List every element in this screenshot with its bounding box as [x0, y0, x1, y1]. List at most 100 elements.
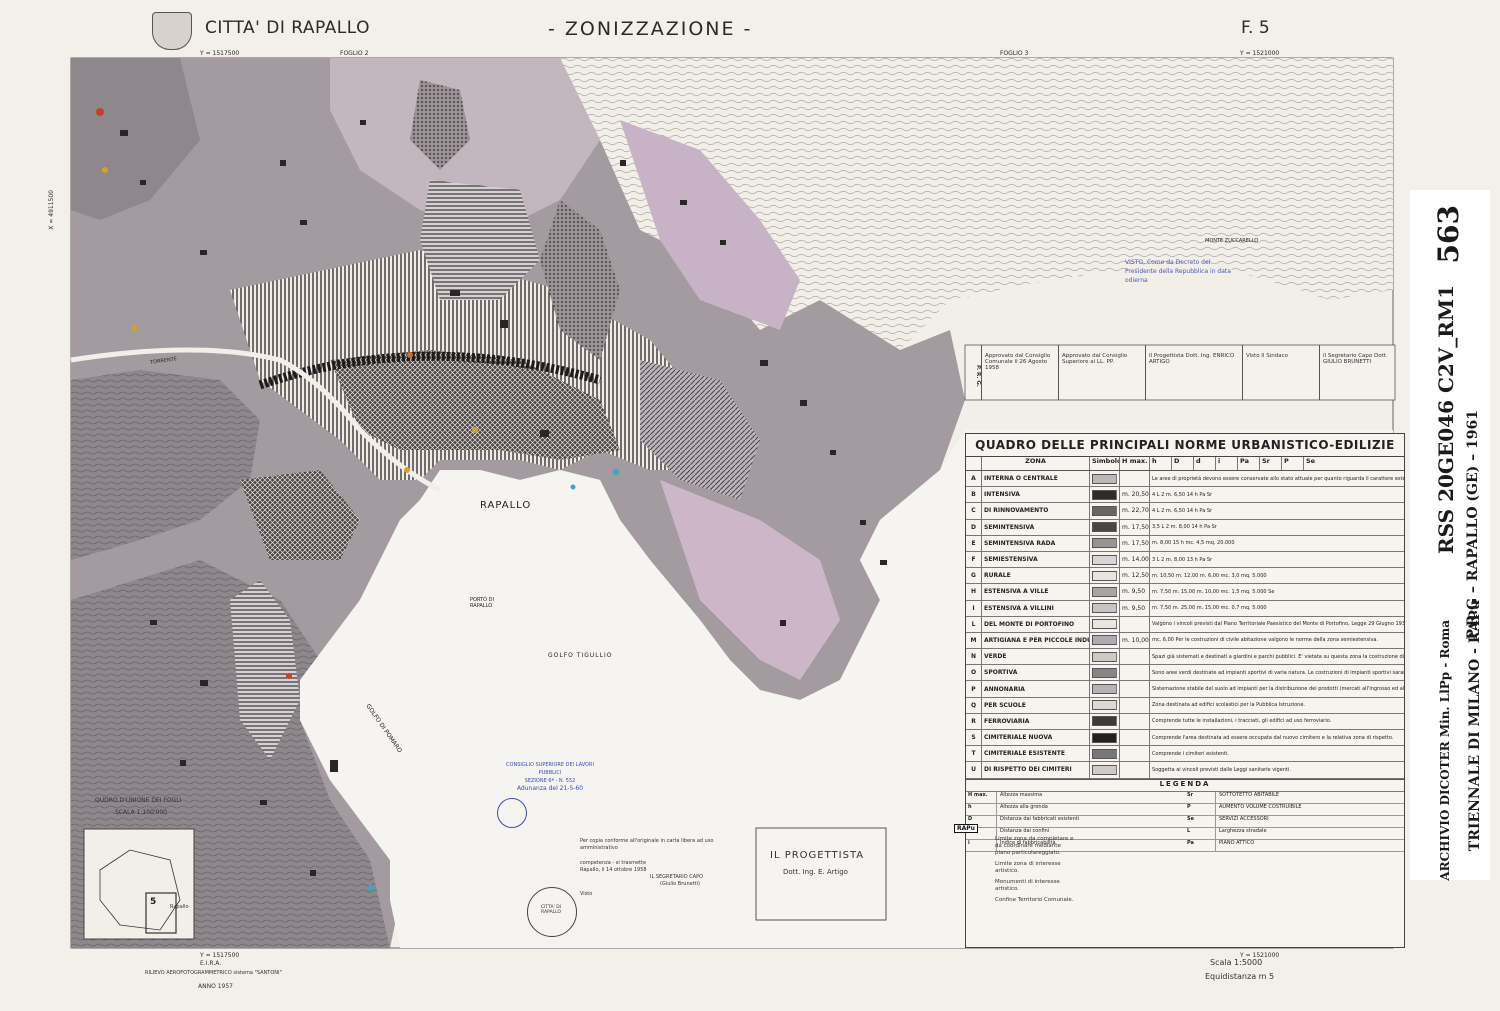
- zone-symbol-swatch: [1092, 732, 1117, 743]
- label-monte-zuccarello: MONTE ZUCCARELLO: [1205, 238, 1259, 244]
- norms-row-hmax: [1120, 681, 1150, 697]
- certification-l4: IL SEGRETARIO CAPO: [650, 874, 704, 880]
- norms-row-hmax: [1120, 471, 1150, 487]
- norms-row-code: C: [966, 503, 982, 519]
- norms-row-name: DEL MONTE DI PORTOFINO: [982, 616, 1090, 632]
- norms-row-name: VERDE: [982, 649, 1090, 665]
- legenda-entry: D Distanza dai fabbricati esistenti: [966, 815, 1185, 828]
- footer-equidistanza: Equidistanza m 5: [1205, 972, 1275, 981]
- norms-row: Q PER SCUOLE Zona destinata ad edifici sco…: [966, 697, 1404, 714]
- label-golfo-tigullio: GOLFO TIGULLIO: [548, 652, 613, 659]
- zone-symbol-swatch: [1092, 570, 1117, 581]
- norms-row: E SEMINTENSIVA RADA m. 17,50 m. 8,00 15 h m…: [966, 535, 1404, 552]
- norms-row-symbol: [1090, 713, 1120, 729]
- legenda-entry: L Larghezza stradale: [1185, 827, 1404, 840]
- legenda-value: AUMENTO VOLUME COSTRUIBILE: [1219, 803, 1302, 810]
- norms-row-name: PER SCUOLE: [982, 697, 1090, 713]
- approval-cell-1: Approvato dal Consiglio Comunale il 26 A…: [982, 345, 1059, 400]
- zone-symbol-swatch: [1092, 667, 1117, 678]
- zone-symbol-swatch: [1092, 489, 1117, 500]
- norms-row-code: O: [966, 665, 982, 681]
- legenda-entry: P AUMENTO VOLUME COSTRUIBILE: [1185, 803, 1404, 816]
- norms-row-code: Q: [966, 697, 982, 713]
- quadro-frame: [83, 828, 195, 940]
- norms-table-body: A INTERNA O CENTRALE Le aree di proprietà …: [966, 471, 1404, 779]
- zone-symbol-swatch: [1092, 619, 1117, 630]
- norms-row-name: ANNONARIA: [982, 681, 1090, 697]
- norms-row-hmax: [1120, 746, 1150, 762]
- legenda-value: SERVIZI ACCESSORI: [1219, 815, 1269, 822]
- ministry-seal: [497, 798, 527, 828]
- map-title: - ZONIZZAZIONE -: [548, 18, 753, 40]
- legenda-entry: H max. Altezza massima: [966, 791, 1185, 804]
- legenda-key: H max.: [966, 791, 997, 803]
- approval-prg: P. R. G.: [965, 345, 982, 400]
- norms-row: F SEMIESTENSIVA m. 14,00 3 L 2 m. 8,00 13 h…: [966, 551, 1404, 569]
- zone-symbol-swatch: [1092, 473, 1117, 484]
- archive-archivio: ARCHIVIO DICOTER Min. LlPp - Roma: [1438, 620, 1452, 881]
- footer-scala: Scala 1:5000: [1210, 958, 1263, 967]
- label-porto: PORTO DI RAPALLO: [470, 597, 494, 609]
- norms-row-details: Sistemazione stabile del suolo ad impian…: [1152, 686, 1404, 693]
- zone-symbol-swatch: [1092, 684, 1117, 695]
- rapu-stamp: RAPu: [954, 824, 978, 833]
- city-emblem: [152, 12, 192, 50]
- norms-row-name: CIMITERIALE ESISTENTE: [982, 746, 1090, 762]
- norms-row-hmax: m. 10,00: [1120, 632, 1150, 649]
- norms-row-hmax: [1120, 730, 1150, 746]
- norms-row-name: CIMITERIALE NUOVA: [982, 730, 1090, 746]
- norms-row-details: Zona destinata ad edifici scolastici per…: [1152, 702, 1305, 709]
- norms-row-hmax: m. 9,50: [1120, 584, 1150, 600]
- norms-row-code: H: [966, 584, 982, 600]
- consiglio-stamp-l3: Adunanza del 21-5-60: [516, 785, 584, 792]
- legenda-entry: Pa PIANO ATTICO: [1185, 839, 1404, 852]
- norms-row-hmax: [1120, 616, 1150, 632]
- approval-cell-2: Approvato dal Consiglio Superiore ai LL.…: [1059, 345, 1146, 400]
- quadro-title: QUDRO D'UNIONE DEI FOGLI: [95, 797, 182, 804]
- col-zona: ZONA: [982, 457, 1090, 470]
- coord-top-right: Y = 1521000: [1240, 50, 1280, 57]
- col-d-upper: D: [1172, 457, 1194, 470]
- norms-row-hmax: m. 17,50: [1120, 519, 1150, 535]
- zone-symbol-swatch: [1092, 505, 1117, 516]
- norms-row-hmax: [1120, 649, 1150, 665]
- map-legend-item-2: Limite zona di interesse artistico.: [995, 861, 1061, 874]
- progettista-title: IL PROGETTISTA: [770, 850, 865, 861]
- norms-row-name: ESTENSIVA A VILLINI: [982, 600, 1090, 616]
- quadro-label-5: 5: [150, 897, 157, 907]
- norms-row-symbol: [1090, 616, 1120, 632]
- norms-row-code: G: [966, 568, 982, 584]
- norms-row-code: F: [966, 551, 982, 568]
- norms-row-hmax: [1120, 762, 1150, 778]
- legenda-entry: Se SERVIZI ACCESSORI: [1185, 815, 1404, 828]
- quadro-label-rapallo: Rapallo: [170, 904, 189, 910]
- col-pa: Pa: [1238, 457, 1260, 470]
- norms-row-hmax: m. 20,50: [1120, 487, 1150, 503]
- legenda-key: Se: [1185, 815, 1216, 827]
- norms-row-symbol: [1090, 487, 1120, 503]
- norms-row-hmax: m. 17,50: [1120, 535, 1150, 551]
- norms-row-symbol: [1090, 600, 1120, 616]
- legenda-key: Sr: [1185, 791, 1216, 803]
- norms-row: R FERROVIARIA Comprende tutte le installaz…: [966, 713, 1404, 730]
- legenda-value: Altezza alla gronda: [1000, 803, 1048, 810]
- norms-row-hmax: m. 12,50: [1120, 568, 1150, 584]
- norms-row: D SEMINTENSIVA m. 17,50 3,5 L 2 m. 8,00 14 …: [966, 519, 1404, 536]
- norms-row-details: Comprende i cimiteri esistenti.: [1152, 750, 1229, 757]
- norms-row-symbol: [1090, 471, 1120, 487]
- norms-row-hmax: [1120, 713, 1150, 729]
- coord-top-left: Y = 1517500: [200, 50, 240, 57]
- legenda-value: Distanza dai fabbricati esistenti: [1000, 815, 1080, 822]
- certification-l3: Rapallo, li 14 ottobre 1958: [580, 867, 647, 873]
- norms-row-symbol: [1090, 632, 1120, 649]
- norms-row-details: Comprende tutte le installazioni, i trac…: [1152, 718, 1332, 725]
- norms-row-name: SEMINTENSIVA: [982, 519, 1090, 535]
- norms-row-name: DI RINNOVAMENTO: [982, 503, 1090, 519]
- visto-stamp: VISTO, Come da Decreto del Presidente de…: [1125, 259, 1231, 284]
- legenda-key: Pa: [1185, 839, 1216, 851]
- norms-row-symbol: [1090, 762, 1120, 778]
- archive-code: RSS 20GE046 C2V_RM1: [1434, 285, 1458, 554]
- certification: Per copia conforme all'originale in cart…: [580, 838, 745, 898]
- norms-row: P ANNONARIA Sistemazione stabile del suolo…: [966, 681, 1404, 698]
- norms-row-details: 3,5 L 2 m. 8,00 14 h Pa Sr: [1152, 524, 1217, 531]
